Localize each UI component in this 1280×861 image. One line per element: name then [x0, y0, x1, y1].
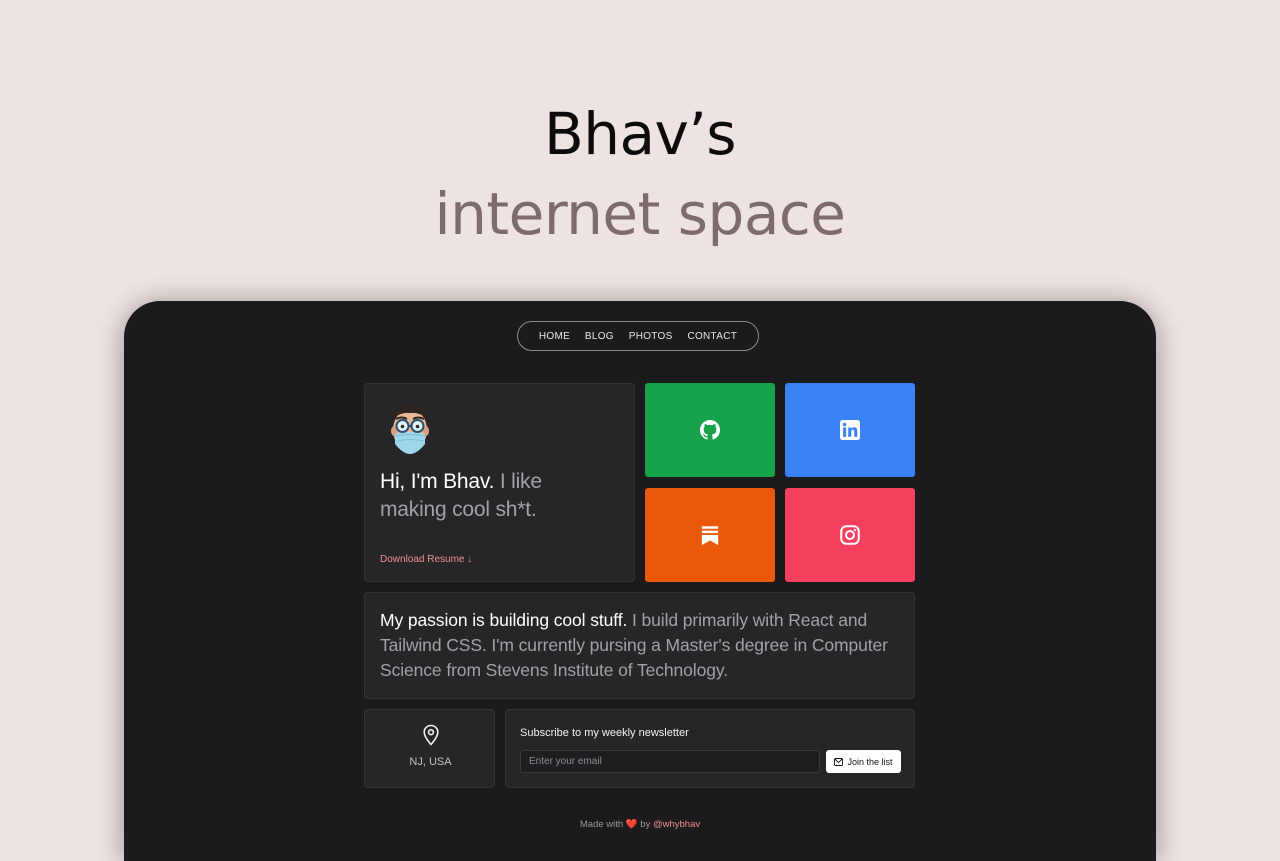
avatar	[391, 405, 429, 454]
join-list-label: Join the list	[847, 756, 893, 767]
about-lead: My passion is building cool stuff.	[380, 610, 628, 630]
footer-handle-link[interactable]: @whybhav	[653, 819, 700, 830]
nav-pill: HOME BLOG PHOTOS CONTACT	[517, 321, 759, 351]
email-input[interactable]	[520, 750, 820, 773]
hero-title-line1: Bhav’s	[543, 100, 737, 168]
newsletter-title: Subscribe to my weekly newsletter	[520, 727, 689, 739]
footer-middle: by	[637, 819, 653, 830]
heart-icon: ❤️	[625, 819, 638, 830]
instagram-tile[interactable]	[785, 488, 915, 582]
intro-greeting: Hi, I'm Bhav.	[380, 470, 495, 493]
linkedin-icon	[840, 420, 860, 440]
about-text: My passion is building cool stuff. I bui…	[380, 608, 908, 683]
location-card: NJ, USA	[364, 709, 495, 788]
nav-item-contact[interactable]: CONTACT	[687, 331, 737, 342]
location-text: NJ, USA	[409, 756, 452, 768]
mail-icon	[834, 757, 844, 766]
intro-card: Hi, I'm Bhav. I like making cool sh*t. D…	[364, 383, 635, 582]
footer-prefix: Made with	[579, 819, 626, 830]
join-list-button[interactable]: Join the list	[826, 750, 901, 773]
linkedin-tile[interactable]	[785, 383, 915, 477]
map-pin-icon	[423, 724, 439, 746]
website-preview-frame: HOME BLOG PHOTOS CONTACT Hi, I'm Bhav. I…	[124, 301, 1156, 861]
github-icon	[700, 420, 720, 440]
instagram-icon	[840, 525, 860, 545]
hero-title-line2: internet space	[434, 180, 846, 248]
github-tile[interactable]	[645, 383, 775, 477]
download-resume-link[interactable]: Download Resume ↓	[380, 554, 472, 565]
substack-tile[interactable]	[645, 488, 775, 582]
nav-item-home[interactable]: HOME	[539, 331, 570, 342]
newsletter-card: Subscribe to my weekly newsletter Join t…	[505, 709, 915, 788]
intro-headline: Hi, I'm Bhav. I like making cool sh*t.	[380, 468, 610, 524]
about-card: My passion is building cool stuff. I bui…	[364, 592, 915, 699]
nav-item-blog[interactable]: BLOG	[585, 331, 614, 342]
footer: Made with ❤️ by @whybhav	[124, 819, 1156, 830]
nav-item-photos[interactable]: PHOTOS	[629, 331, 673, 342]
substack-icon	[701, 526, 719, 545]
